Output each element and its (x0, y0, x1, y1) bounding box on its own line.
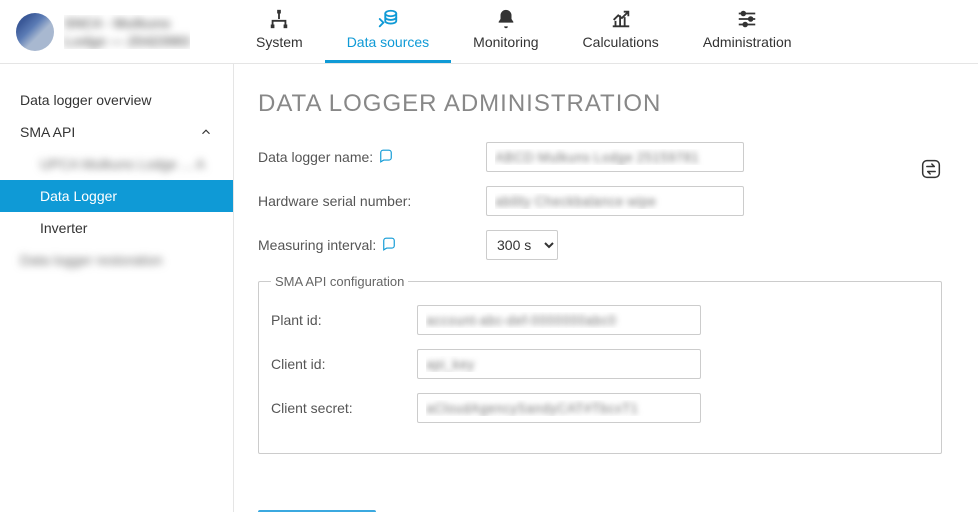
interval-select[interactable]: 300 s (486, 230, 558, 260)
sidebar-item-label: Inverter (40, 220, 87, 236)
brand-line-2: Lodge — 25423983 (64, 33, 190, 49)
nav-administration-label: Administration (703, 34, 792, 50)
bell-icon (495, 8, 517, 30)
label-serial: Hardware serial number: (258, 193, 486, 209)
brand: SNC4 - Mulkuns Lodge — 25423983 (16, 13, 234, 51)
sidebar-item-label: UPCA Mulkuns Lodge ... A (40, 156, 205, 172)
sidebar-item-inverter[interactable]: Inverter (0, 212, 233, 244)
sliders-icon (736, 8, 758, 30)
sidebar-group-label: SMA API (20, 124, 75, 140)
nav-system[interactable]: System (234, 0, 325, 63)
nav-system-label: System (256, 34, 303, 50)
nav-data-sources-label: Data sources (347, 34, 429, 50)
row-client-secret: Client secret: (271, 393, 929, 423)
sidebar-item-data-logger[interactable]: Data Logger (0, 180, 233, 212)
main-content: DATA LOGGER ADMINISTRATION Data logger n… (234, 64, 978, 512)
serial-input[interactable] (486, 186, 744, 216)
sidebar-children: UPCA Mulkuns Lodge ... A Data Logger Inv… (0, 148, 233, 244)
fieldset-sma-api: SMA API configuration Plant id: Client i… (258, 274, 942, 454)
sidebar-item-label: Data Logger (40, 188, 117, 204)
row-plant-id: Plant id: (271, 305, 929, 335)
nav-monitoring[interactable]: Monitoring (451, 0, 560, 63)
fieldset-legend: SMA API configuration (271, 274, 408, 289)
top-header: SNC4 - Mulkuns Lodge — 25423983 System D… (0, 0, 978, 64)
sidebar-restoration-label: Data logger restoration (20, 252, 162, 268)
page-title: DATA LOGGER ADMINISTRATION (258, 90, 942, 118)
data-sources-icon (377, 8, 399, 30)
row-name: Data logger name: (258, 142, 942, 172)
sidebar-group-sma-api[interactable]: SMA API (0, 116, 233, 148)
sidebar-restoration[interactable]: Data logger restoration (0, 244, 233, 276)
label-name: Data logger name: (258, 149, 486, 166)
label-client-id: Client id: (271, 356, 417, 372)
client-id-input[interactable] (417, 349, 701, 379)
brand-text: SNC4 - Mulkuns Lodge — 25423983 (64, 15, 190, 49)
nav-calculations[interactable]: Calculations (561, 0, 681, 63)
label-interval: Measuring interval: (258, 237, 486, 254)
label-plant-id: Plant id: (271, 312, 417, 328)
sidebar-overview-label: Data logger overview (20, 92, 152, 108)
top-nav: System Data sources Monitoring Calculati… (234, 0, 814, 63)
help-icon[interactable] (379, 149, 393, 166)
name-input[interactable] (486, 142, 744, 172)
nav-administration[interactable]: Administration (681, 0, 814, 63)
plant-id-input[interactable] (417, 305, 701, 335)
nav-data-sources[interactable]: Data sources (325, 0, 451, 63)
nav-calculations-label: Calculations (583, 34, 659, 50)
avatar (16, 13, 54, 51)
chart-icon (610, 8, 632, 30)
help-icon[interactable] (382, 237, 396, 254)
hierarchy-icon (268, 8, 290, 30)
sidebar-item-plant[interactable]: UPCA Mulkuns Lodge ... A (0, 148, 233, 180)
row-serial: Hardware serial number: (258, 186, 942, 216)
brand-line-1: SNC4 - Mulkuns (64, 15, 190, 31)
chevron-up-icon (199, 125, 213, 139)
nav-monitoring-label: Monitoring (473, 34, 538, 50)
label-client-secret: Client secret: (271, 400, 417, 416)
client-secret-input[interactable] (417, 393, 701, 423)
swap-button[interactable] (920, 158, 942, 180)
row-client-id: Client id: (271, 349, 929, 379)
row-interval: Measuring interval: 300 s (258, 230, 942, 260)
sidebar-overview[interactable]: Data logger overview (0, 84, 233, 116)
sidebar: Data logger overview SMA API UPCA Mulkun… (0, 64, 234, 512)
